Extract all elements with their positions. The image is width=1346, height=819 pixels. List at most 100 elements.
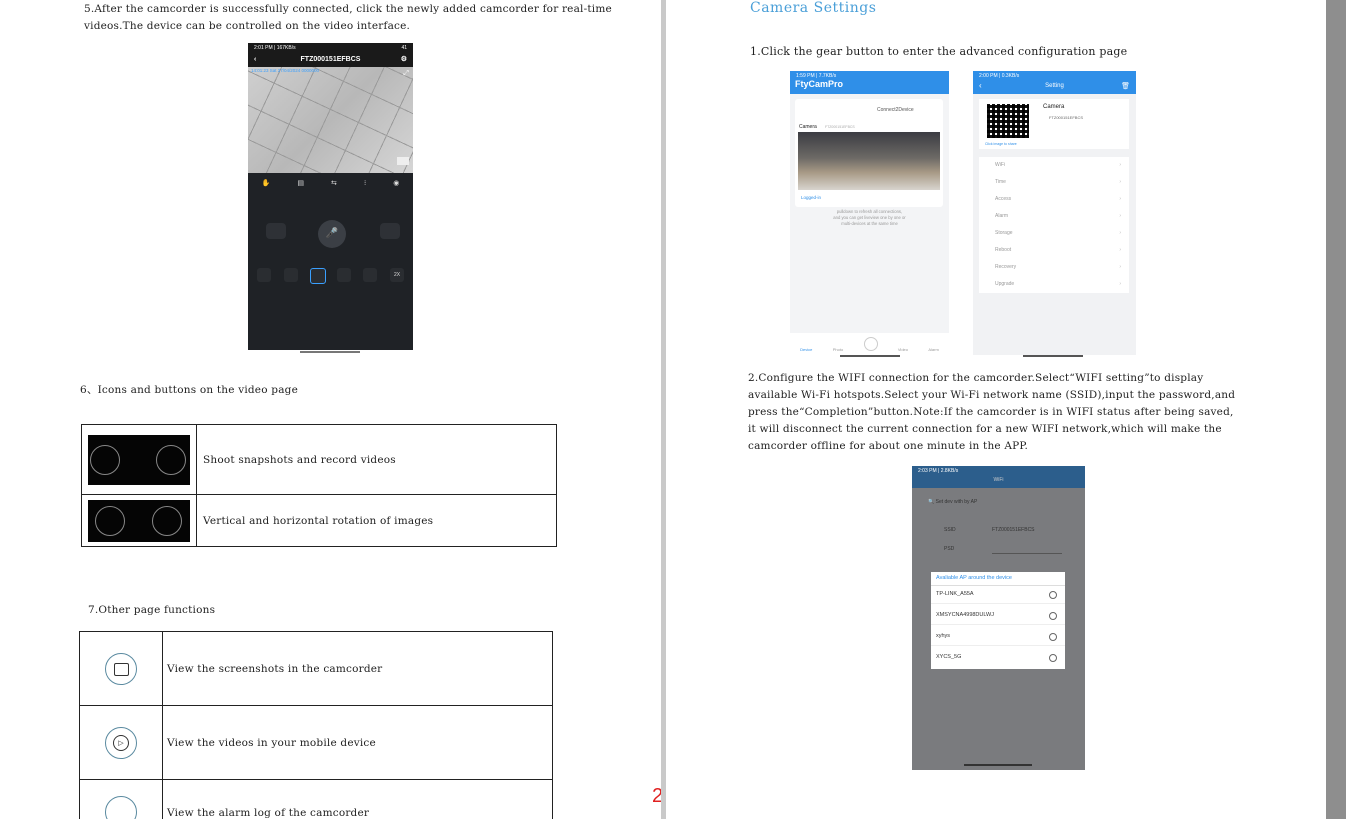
network-item[interactable]: xyhys — [931, 628, 1065, 646]
device-card[interactable]: Connect2Device Camera FTZ000151EFBCS Log… — [795, 99, 943, 207]
speed-button[interactable]: 2X — [390, 268, 404, 282]
radio-button[interactable] — [1049, 654, 1057, 662]
rotate-button[interactable] — [310, 268, 326, 284]
radio-button[interactable] — [1049, 591, 1057, 599]
qr-hint: Click image to share — [985, 142, 1017, 146]
brightness-button[interactable] — [363, 268, 377, 282]
password-input[interactable] — [992, 546, 1062, 554]
light-button[interactable] — [337, 268, 351, 282]
menu-label: Storage — [995, 230, 1013, 236]
speaker-icon[interactable] — [397, 157, 409, 165]
set-dev-ap[interactable]: 🔍 Set dev with by AP — [928, 499, 977, 505]
table-cell: Shoot snapshots and record videos — [196, 424, 557, 495]
ssid-label: SSID — [944, 527, 956, 533]
menu-label: Time — [995, 179, 1006, 185]
nav-alarm[interactable]: Alarm — [928, 347, 938, 352]
network-item[interactable]: TP-LINK_A55A — [931, 586, 1065, 604]
battery-level: 41 — [401, 45, 407, 51]
wifi-status: 2:03 PM | 2.8KB/s — [918, 468, 959, 474]
step1-text: 1.Click the gear button to enter the adv… — [750, 45, 1128, 58]
camera-settings-heading: Camera Settings — [750, 0, 877, 16]
settings-icon[interactable]: ⚙ — [401, 53, 407, 67]
home-indicator — [964, 764, 1032, 766]
microphone-icon[interactable]: 🎤 — [318, 220, 346, 248]
add-device-icon[interactable] — [863, 337, 878, 351]
network-name: XYCS_5G — [936, 654, 962, 660]
video-timestamp: 14:01:23 Sat 27/04/2024 0000000 — [251, 68, 320, 73]
menu-recovery[interactable]: Recovery › — [979, 259, 1129, 276]
camera-thumbnail[interactable] — [798, 132, 940, 190]
record-video-icon — [90, 444, 120, 475]
wifi-title: WiFi — [993, 477, 1004, 483]
status-time: 2:01 PM | 167KB/s — [254, 45, 296, 51]
icon-cell — [79, 779, 163, 819]
camera-icon — [156, 444, 186, 475]
app-home-screenshot: 1:59 PM | 7.7KB/s FtyCamPro Connect2Devi… — [790, 71, 949, 355]
record-button[interactable] — [380, 223, 400, 239]
audio-wave-icon[interactable]: ⁝ — [364, 179, 366, 187]
section6-title: 6、Icons and buttons on the video page — [80, 384, 298, 396]
network-name: xyhys — [936, 633, 951, 639]
chevron-right-icon: › — [1119, 230, 1121, 236]
device-info-card: Click image to share Camera FTZ000151EFB… — [979, 99, 1129, 149]
ssid-value[interactable]: FTZ000151EFBCS — [992, 527, 1035, 533]
radio-button[interactable] — [1049, 612, 1057, 620]
menu-label: Recovery — [995, 264, 1017, 270]
step2-line: 2.Configure the WIFI connection for the … — [748, 372, 1204, 384]
vertical-flip-icon — [95, 505, 125, 536]
network-item[interactable]: XYCS_5G — [931, 649, 1065, 666]
menu-reboot[interactable]: Reboot › — [979, 242, 1129, 259]
setting-camera-id: FTZ000151EFBCS — [1049, 115, 1084, 120]
menu-wifi[interactable]: WiFi › — [979, 157, 1129, 174]
qr-code[interactable] — [987, 104, 1029, 138]
menu-upgrade[interactable]: Upgrade › — [979, 276, 1129, 293]
nav-video[interactable]: Video — [898, 347, 908, 352]
icons-table: Shoot snapshots and record videos Vertic… — [81, 424, 557, 547]
set-dev-label: Set dev with by AP — [935, 499, 978, 505]
table-row: View the alarm log of the camcorder — [79, 779, 553, 819]
network-name: TP-LINK_A55A — [936, 591, 974, 597]
network-item[interactable]: XMSYCNA4998DULWJ — [931, 607, 1065, 625]
menu-time[interactable]: Time › — [979, 174, 1129, 191]
chevron-right-icon: › — [1119, 281, 1121, 287]
refresh-hint: pulldown to refresh all connections, and… — [790, 209, 949, 227]
alarm-bell-icon — [105, 796, 137, 819]
wifi-screenshot: 2:03 PM | 2.8KB/s WiFi 🔍 Set dev with by… — [912, 466, 1085, 770]
step2-line: press the“Completion”button.Note:If the … — [748, 406, 1234, 418]
rotation-icons — [88, 499, 190, 542]
icon-cell — [81, 494, 197, 547]
page-number: 2 — [652, 785, 661, 807]
menu-label: Reboot — [995, 247, 1012, 253]
flip-vertical-button[interactable] — [257, 268, 271, 282]
back-arrow-icon[interactable]: ‹ — [254, 53, 256, 67]
right-page: Camera Settings 1.Click the gear button … — [666, 0, 1326, 819]
back-arrow-icon[interactable]: ‹ — [979, 81, 982, 90]
video-play-icon: ▷ — [105, 726, 137, 759]
nav-device[interactable]: Device — [800, 347, 812, 352]
step5-line1: 5.After the camcorder is successfully co… — [84, 3, 612, 15]
table-cell: View the videos in your mobile device — [162, 705, 553, 780]
fullscreen-icon[interactable]: ⤢ — [403, 70, 409, 78]
adjust-icon[interactable]: ⇆ — [331, 179, 337, 187]
ptz-hand-icon[interactable]: ✋ — [262, 179, 271, 187]
live-video-feed[interactable]: 14:01:23 Sat 27/04/2024 0000000 ⤢ — [248, 67, 413, 173]
storage-icon[interactable]: ▤ — [297, 179, 304, 187]
wifi-header: 2:03 PM | 2.8KB/s WiFi — [912, 466, 1085, 488]
device-title: FTZ000151EFBCS — [300, 56, 361, 63]
menu-alarm[interactable]: Alarm › — [979, 208, 1129, 225]
delete-icon[interactable]: 🗑 — [1121, 82, 1130, 90]
icon-cell: ▷ — [79, 705, 163, 780]
bottom-nav: Device Photo Video Alarm — [790, 333, 949, 355]
menu-access[interactable]: Access › — [979, 191, 1129, 208]
image-gallery-icon — [105, 652, 137, 685]
menu-storage[interactable]: Storage › — [979, 225, 1129, 242]
radio-button[interactable] — [1049, 633, 1057, 641]
flip-horizontal-button[interactable] — [284, 268, 298, 282]
app-name: FtyCamPro — [795, 79, 844, 89]
nav-photo[interactable]: Photo — [833, 347, 843, 352]
menu-label: Access — [995, 196, 1012, 202]
vertical-scrollbar[interactable] — [1326, 0, 1346, 819]
video-title-bar: ‹ FTZ000151EFBCS ⚙ — [248, 53, 413, 67]
snapshot-button[interactable] — [266, 223, 286, 239]
eye-icon[interactable]: ◉ — [393, 179, 399, 187]
